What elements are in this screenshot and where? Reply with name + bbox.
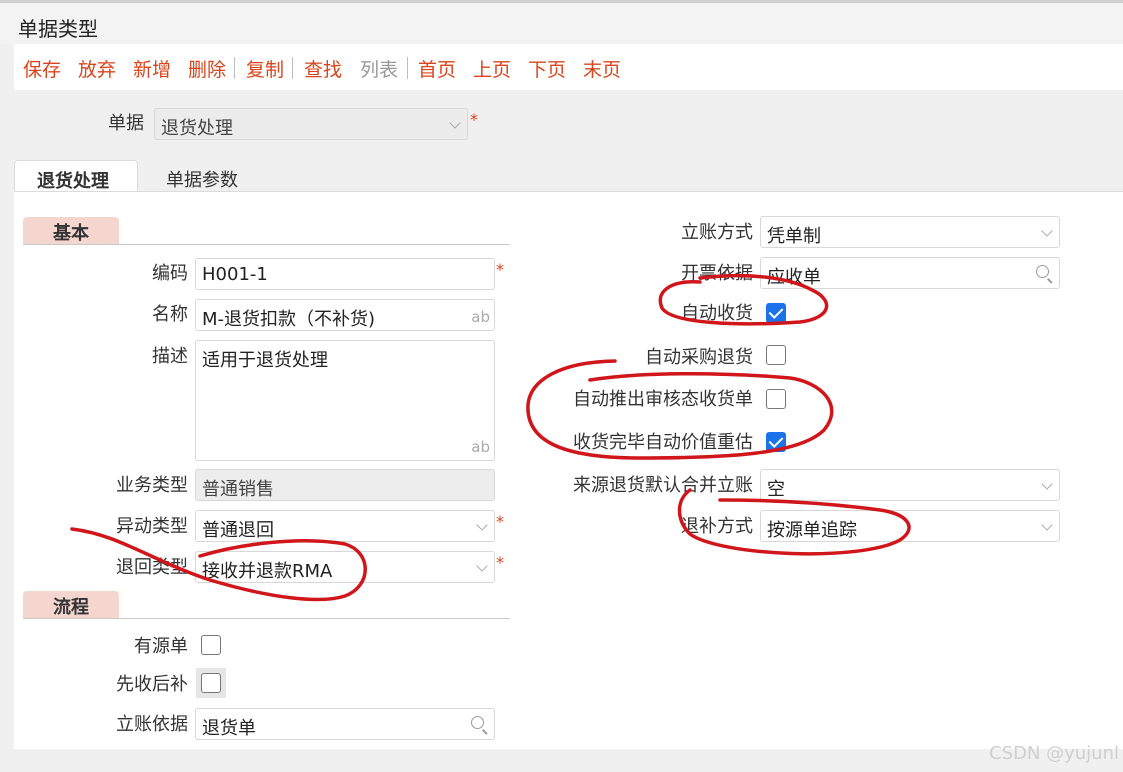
refund-method-select[interactable]: 按源单追踪 [760,510,1060,542]
chevron-down-icon [476,560,488,572]
form-panel: 基本 编码 H001-1 * 名称 M-退货扣款（不补货) ab 描述 适用于退… [14,191,1123,749]
discard-button[interactable]: 放弃 [78,55,116,82]
chevron-down-icon [476,519,488,531]
doc-type-value: 退货处理 [161,118,233,139]
account-basis-label: 立账依据 [116,714,188,735]
change-type-select[interactable]: 普通退回 [195,510,495,542]
description-label: 描述 [152,346,188,367]
required-marker: * [496,260,504,279]
auto-push-receipt-checkbox[interactable] [766,389,786,409]
find-button[interactable]: 查找 [304,55,342,82]
chevron-down-icon [1041,478,1053,490]
invoice-basis-value: 应收单 [767,267,821,288]
name-value: M-退货扣款（不补货) [202,309,376,330]
doc-type-label: 单据 [108,113,144,134]
auto-revalue-checkbox[interactable] [766,432,786,452]
account-basis-lookup[interactable]: 退货单 [195,708,495,740]
biz-type-select[interactable]: 普通销售 [195,469,495,501]
toolbar-separator [234,57,235,79]
return-type-select[interactable]: 接收并退款RMA [195,551,495,583]
search-icon[interactable] [1036,265,1049,278]
save-button[interactable]: 保存 [23,55,61,82]
receive-first-label: 先收后补 [116,674,188,695]
section-divider [23,618,510,619]
required-marker: * [496,553,504,572]
first-page-button[interactable]: 首页 [418,55,456,82]
section-divider [23,244,510,245]
source-merge-value: 空 [767,479,785,500]
tab-doc-params[interactable]: 单据参数 [144,160,274,192]
watermark: CSDN @yujunl [989,743,1119,764]
delete-button[interactable]: 删除 [188,55,226,82]
auto-receive-label: 自动收货 [681,303,753,324]
return-type-value: 接收并退款RMA [202,561,333,582]
account-basis-value: 退货单 [202,718,256,739]
biz-type-label: 业务类型 [116,475,188,496]
change-type-value: 普通退回 [202,520,274,541]
toolbar-separator [292,57,293,79]
toolbar: 保存 放弃 新增 删除 复制 查找 列表 首页 上页 下页 末页 [14,44,1123,90]
chevron-down-icon [1041,519,1053,531]
last-page-button[interactable]: 末页 [583,55,621,82]
window-title: 单据类型 [18,17,98,41]
prev-page-button[interactable]: 上页 [473,55,511,82]
search-icon[interactable] [471,716,484,729]
list-button[interactable]: 列表 [360,55,398,82]
auto-purchase-return-label: 自动采购退货 [645,347,753,368]
code-input[interactable]: H001-1 [195,258,495,290]
section-flow: 流程 [23,591,119,619]
refund-method-label: 退补方式 [681,516,753,537]
text-type-icon: ab [471,438,490,456]
section-basic: 基本 [23,217,119,245]
window-titlebar: 单据类型 [0,0,1123,44]
required-marker: * [470,110,478,129]
tab-return-processing[interactable]: 退货处理 [14,160,138,192]
add-button[interactable]: 新增 [133,55,171,82]
toolbar-separator [407,57,408,79]
source-merge-select[interactable]: 空 [760,469,1060,501]
description-value: 适用于退货处理 [202,350,328,371]
refund-method-value: 按源单追踪 [767,520,857,541]
auto-receive-checkbox[interactable] [766,303,786,323]
auto-push-receipt-label: 自动推出审核态收货单 [573,389,753,410]
invoice-basis-label: 开票依据 [681,263,753,284]
has-source-checkbox[interactable] [201,635,221,655]
auto-purchase-return-checkbox[interactable] [766,345,786,365]
required-marker: * [496,512,504,531]
chevron-down-icon [449,117,461,129]
invoice-basis-lookup[interactable]: 应收单 [760,257,1060,289]
change-type-label: 异动类型 [116,516,188,537]
description-textarea[interactable]: 适用于退货处理 ab [195,340,495,461]
auto-revalue-label: 收货完毕自动价值重估 [573,432,753,453]
account-method-select[interactable]: 凭单制 [760,216,1060,248]
chevron-down-icon [1041,225,1053,237]
biz-type-value: 普通销售 [202,479,274,500]
source-merge-label: 来源退货默认合并立账 [573,475,753,496]
receive-first-checkbox[interactable] [201,673,221,693]
account-method-label: 立账方式 [681,222,753,243]
code-label: 编码 [152,263,188,284]
next-page-button[interactable]: 下页 [528,55,566,82]
account-method-value: 凭单制 [767,226,821,247]
name-input[interactable]: M-退货扣款（不补货) ab [195,299,495,331]
code-value: H001-1 [202,264,268,285]
name-label: 名称 [152,304,188,325]
has-source-label: 有源单 [134,636,188,657]
copy-button[interactable]: 复制 [246,55,284,82]
text-type-icon: ab [471,308,490,326]
doc-type-select[interactable]: 退货处理 [154,108,468,140]
return-type-label: 退回类型 [116,557,188,578]
